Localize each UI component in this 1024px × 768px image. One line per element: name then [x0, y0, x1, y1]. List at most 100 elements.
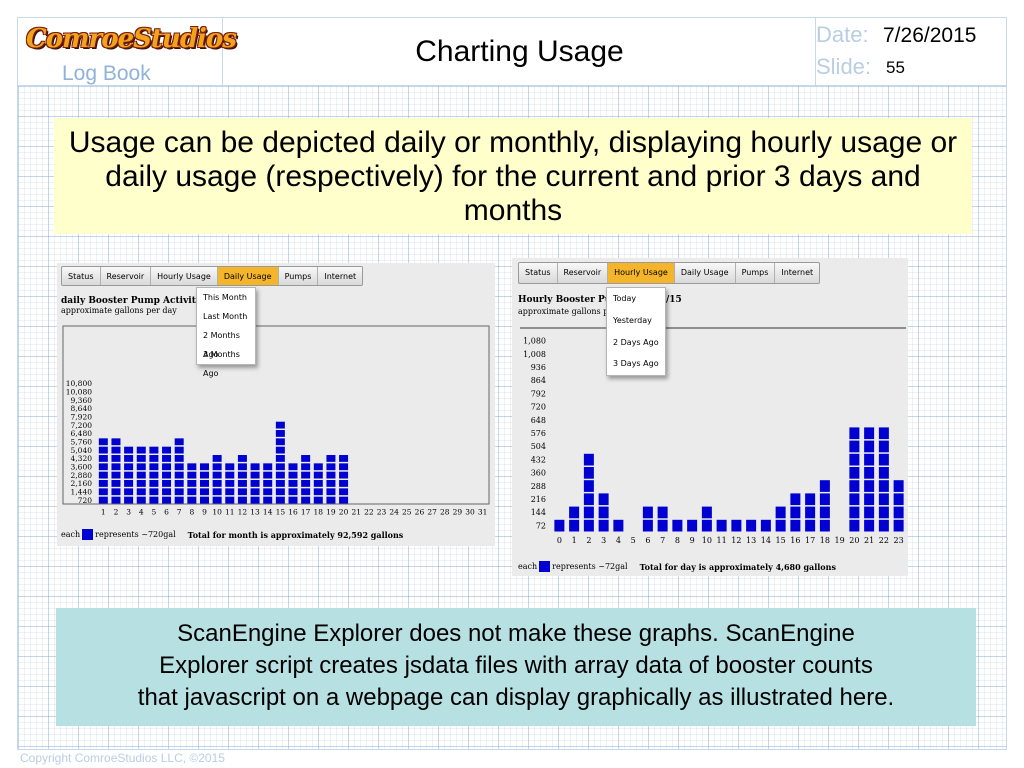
- usage-block: [805, 519, 816, 532]
- x-tick-label: 13: [250, 508, 260, 517]
- x-tick-label: 22: [879, 536, 889, 545]
- usage-block: [124, 455, 134, 462]
- menu-item-last-month[interactable]: Last Month: [197, 307, 255, 326]
- tab-status[interactable]: Status: [519, 263, 558, 283]
- tab-internet[interactable]: Internet: [318, 267, 362, 285]
- x-tick-label: 4: [616, 536, 621, 545]
- usage-block: [174, 496, 184, 504]
- slide-number: 55: [886, 58, 905, 77]
- menu-item-yesterday[interactable]: Yesterday: [607, 310, 665, 332]
- usage-block: [864, 427, 875, 440]
- usage-block: [212, 463, 222, 471]
- tab-reservoir[interactable]: Reservoir: [558, 263, 609, 283]
- usage-block: [583, 519, 594, 532]
- usage-block: [212, 496, 222, 504]
- date-value: 7/26/2015: [883, 24, 977, 47]
- usage-block: [339, 471, 349, 479]
- menu-item-this-month[interactable]: This Month: [197, 288, 255, 307]
- slide-label: Slide:: [816, 54, 872, 79]
- usage-block: [819, 480, 830, 492]
- usage-block: [583, 480, 594, 492]
- tab-hourly-usage[interactable]: Hourly Usage: [608, 263, 675, 283]
- usage-block: [893, 493, 904, 506]
- usage-block: [805, 493, 816, 506]
- usage-block: [288, 496, 298, 504]
- usage-block: [237, 471, 247, 479]
- tab-pumps[interactable]: Pumps: [279, 267, 319, 285]
- usage-block: [174, 463, 184, 471]
- usage-block: [849, 427, 860, 440]
- scanengine-note-callout: ScanEngine Explorer does not make these …: [56, 608, 976, 726]
- usage-block: [657, 519, 668, 532]
- bar-day-15: [275, 421, 285, 504]
- usage-block: [326, 471, 336, 479]
- y-tick-label: 216: [531, 495, 546, 504]
- usage-block: [174, 488, 184, 496]
- usage-block: [849, 493, 860, 506]
- hourly-period-dropdown: Today Yesterday 2 Days Ago 3 Days Ago: [606, 287, 666, 376]
- menu-item-3-months-ago[interactable]: 3 Months Ago: [197, 345, 255, 378]
- logbook-label: Log Book: [62, 62, 151, 85]
- bar-day-3: [598, 493, 609, 532]
- tab-reservoir[interactable]: Reservoir: [101, 267, 152, 285]
- usage-block: [187, 471, 197, 479]
- tab-daily-usage[interactable]: Daily Usage: [675, 263, 736, 283]
- usage-block: [250, 496, 260, 504]
- bar-day-19: [326, 455, 336, 504]
- hourly-legend: each represents ~72gal Total for day is …: [518, 561, 836, 572]
- bar-day-12: [237, 455, 247, 504]
- usage-block: [275, 480, 285, 487]
- usage-block: [212, 471, 222, 479]
- bar-day-8: [672, 519, 683, 532]
- usage-block: [849, 519, 860, 532]
- x-tick-label: 15: [776, 536, 786, 545]
- usage-block: [162, 463, 172, 471]
- usage-block: [174, 438, 184, 446]
- menu-item-2-days-ago[interactable]: 2 Days Ago: [607, 332, 665, 353]
- bar-day-16: [288, 463, 298, 504]
- usage-block: [849, 440, 860, 453]
- menu-item-3-days-ago[interactable]: 3 Days Ago: [607, 353, 665, 375]
- bar-day-6: [642, 506, 653, 532]
- x-tick-label: 6: [164, 508, 169, 517]
- bar-day-4: [136, 446, 146, 504]
- usage-block: [326, 463, 336, 471]
- x-tick-label: 30: [465, 508, 475, 517]
- usage-block: [864, 506, 875, 519]
- y-tick-label: 936: [531, 363, 546, 372]
- daily-chart-subtitle: approximate gallons per day: [61, 306, 177, 315]
- x-tick-label: 7: [177, 508, 182, 517]
- usage-block: [716, 519, 727, 532]
- usage-block: [187, 496, 197, 504]
- usage-block: [790, 519, 801, 532]
- usage-block: [250, 488, 260, 496]
- tab-pumps[interactable]: Pumps: [736, 263, 776, 283]
- usage-block: [237, 463, 247, 471]
- usage-block: [162, 488, 172, 496]
- usage-block: [111, 471, 121, 479]
- menu-item-2-months-ago[interactable]: 2 Months Ago: [197, 326, 255, 359]
- x-tick-label: 6: [645, 536, 650, 545]
- tab-status[interactable]: Status: [62, 267, 101, 285]
- hourly-usage-chart: 1,0801,008936864792720648576504432360288…: [520, 327, 906, 545]
- bar-day-8: [187, 463, 197, 504]
- usage-block: [864, 519, 875, 532]
- tab-hourly-usage[interactable]: Hourly Usage: [151, 267, 218, 285]
- bar-day-11: [716, 519, 727, 532]
- hourly-chart-subtitle: approximate gallons pe: [518, 307, 614, 316]
- hourly-usage-screenshot: Status Reservoir Hourly Usage Daily Usag…: [512, 258, 908, 576]
- legend-each: each: [61, 530, 81, 539]
- menu-item-today[interactable]: Today: [607, 288, 665, 310]
- y-tick-label: 288: [531, 482, 546, 491]
- tab-daily-usage[interactable]: Daily Usage: [217, 267, 279, 285]
- usage-block: [98, 438, 108, 446]
- hourly-chart-title-tail: /15: [666, 295, 682, 305]
- usage-block: [187, 463, 197, 471]
- usage-block: [819, 493, 830, 506]
- usage-block: [849, 467, 860, 479]
- x-tick-label: 8: [675, 536, 680, 545]
- usage-block: [790, 506, 801, 519]
- y-tick-label: 360: [531, 469, 546, 478]
- bar-day-16: [790, 493, 801, 532]
- tab-internet[interactable]: Internet: [775, 263, 819, 283]
